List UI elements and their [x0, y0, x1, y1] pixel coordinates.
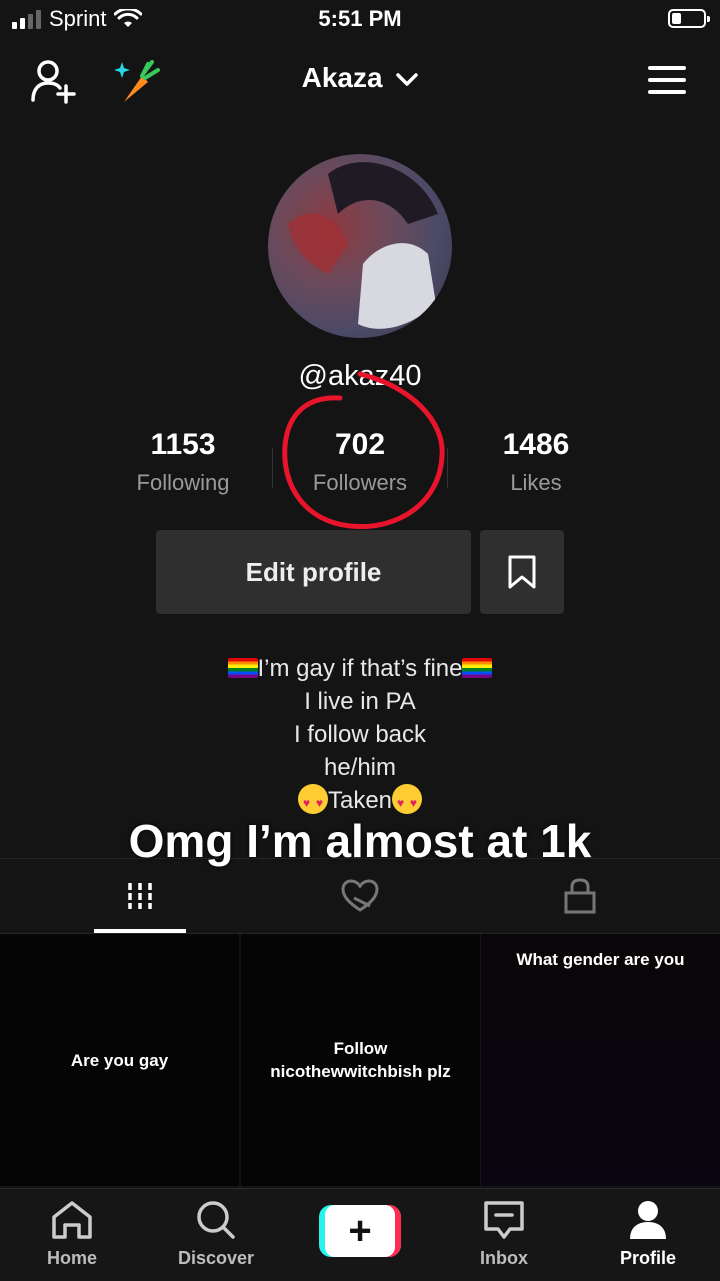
avatar[interactable]: [268, 154, 452, 338]
stat-following[interactable]: 1153 Following: [93, 428, 273, 496]
caption-line: Follow: [333, 1039, 388, 1058]
bio-line: I live in PA: [304, 688, 416, 715]
video-thumbnail[interactable]: What gender are you: [481, 934, 720, 1186]
tab-liked[interactable]: [240, 859, 480, 933]
active-tab-indicator: [94, 929, 186, 933]
inbox-icon: [484, 1201, 524, 1239]
top-nav: Akaza: [0, 50, 720, 110]
battery-icon: [668, 9, 710, 28]
favorites-button[interactable]: [480, 530, 564, 614]
likes-label: Likes: [510, 470, 562, 495]
heart-eyes-emoji-icon: [392, 784, 423, 820]
heart-eyes-emoji-icon: [297, 784, 328, 820]
nav-discover-label: Discover: [177, 1248, 255, 1268]
nav-inbox-label: Inbox: [480, 1248, 528, 1268]
video-caption: Follow nicothewwitchbish plz: [270, 1037, 450, 1083]
status-bar: Sprint 5:51 PM: [0, 0, 720, 40]
rainbow-flag-icon: [227, 658, 258, 678]
grid-icon: [128, 883, 152, 909]
nav-profile-label: Profile: [619, 1248, 676, 1268]
avatar-image: [288, 162, 438, 329]
red-circle-annotation: [282, 371, 445, 530]
create-button[interactable]: +: [319, 1205, 401, 1257]
nav-inbox[interactable]: Inbox: [432, 1189, 576, 1281]
account-switcher[interactable]: Akaza: [0, 62, 720, 94]
likes-count: 1486: [502, 428, 570, 461]
nav-home-label: Home: [46, 1248, 97, 1268]
video-thumbnail[interactable]: Follow nicothewwitchbish plz: [241, 934, 480, 1186]
profile-icon: [630, 1201, 666, 1239]
nav-profile[interactable]: Profile: [576, 1189, 720, 1281]
video-caption: Are you gay: [70, 1050, 169, 1070]
bio-line: I follow back: [293, 721, 427, 748]
caption-line: nicothewwitchbish plz: [270, 1062, 451, 1081]
video-caption: What gender are you: [516, 950, 685, 969]
bio-text: I’m gay if that’s fine: [257, 655, 463, 682]
profile-bio: I’m gay if that’s fine I live in PA I fo…: [0, 652, 720, 820]
chevron-down-icon: [396, 73, 419, 86]
bookmark-icon: [508, 555, 536, 589]
overlay-caption: Omg I’m almost at 1k: [128, 815, 592, 867]
following-count: 1153: [150, 428, 216, 461]
menu-icon[interactable]: [648, 66, 686, 94]
lock-icon: [564, 878, 596, 914]
profile-tabs: [0, 858, 720, 934]
tab-private[interactable]: [460, 859, 700, 933]
video-thumbnail[interactable]: Are you gay: [0, 934, 239, 1186]
bio-line: he/him: [323, 754, 397, 781]
nav-home[interactable]: Home: [0, 1189, 144, 1281]
nav-discover[interactable]: Discover: [144, 1189, 288, 1281]
stat-likes[interactable]: 1486 Likes: [446, 428, 626, 496]
account-name: Akaza: [301, 62, 383, 93]
bio-text: Taken: [327, 787, 393, 814]
tab-videos[interactable]: [20, 859, 260, 933]
plus-icon: +: [325, 1205, 395, 1257]
bottom-nav: Home Discover + Inbox Profile: [0, 1188, 720, 1281]
following-label: Following: [136, 470, 230, 495]
edit-profile-button[interactable]: Edit profile: [156, 530, 471, 614]
video-grid: Are you gay Follow nicothewwitchbish plz…: [0, 934, 720, 1186]
hidden-heart-icon: [341, 879, 379, 912]
status-time: 5:51 PM: [318, 6, 402, 31]
bio-line: I’m gay if that’s fine: [0, 652, 720, 685]
home-icon: [52, 1201, 92, 1239]
rainbow-flag-icon: [462, 658, 493, 678]
bio-line: Taken: [0, 784, 720, 820]
search-icon: [197, 1201, 235, 1239]
